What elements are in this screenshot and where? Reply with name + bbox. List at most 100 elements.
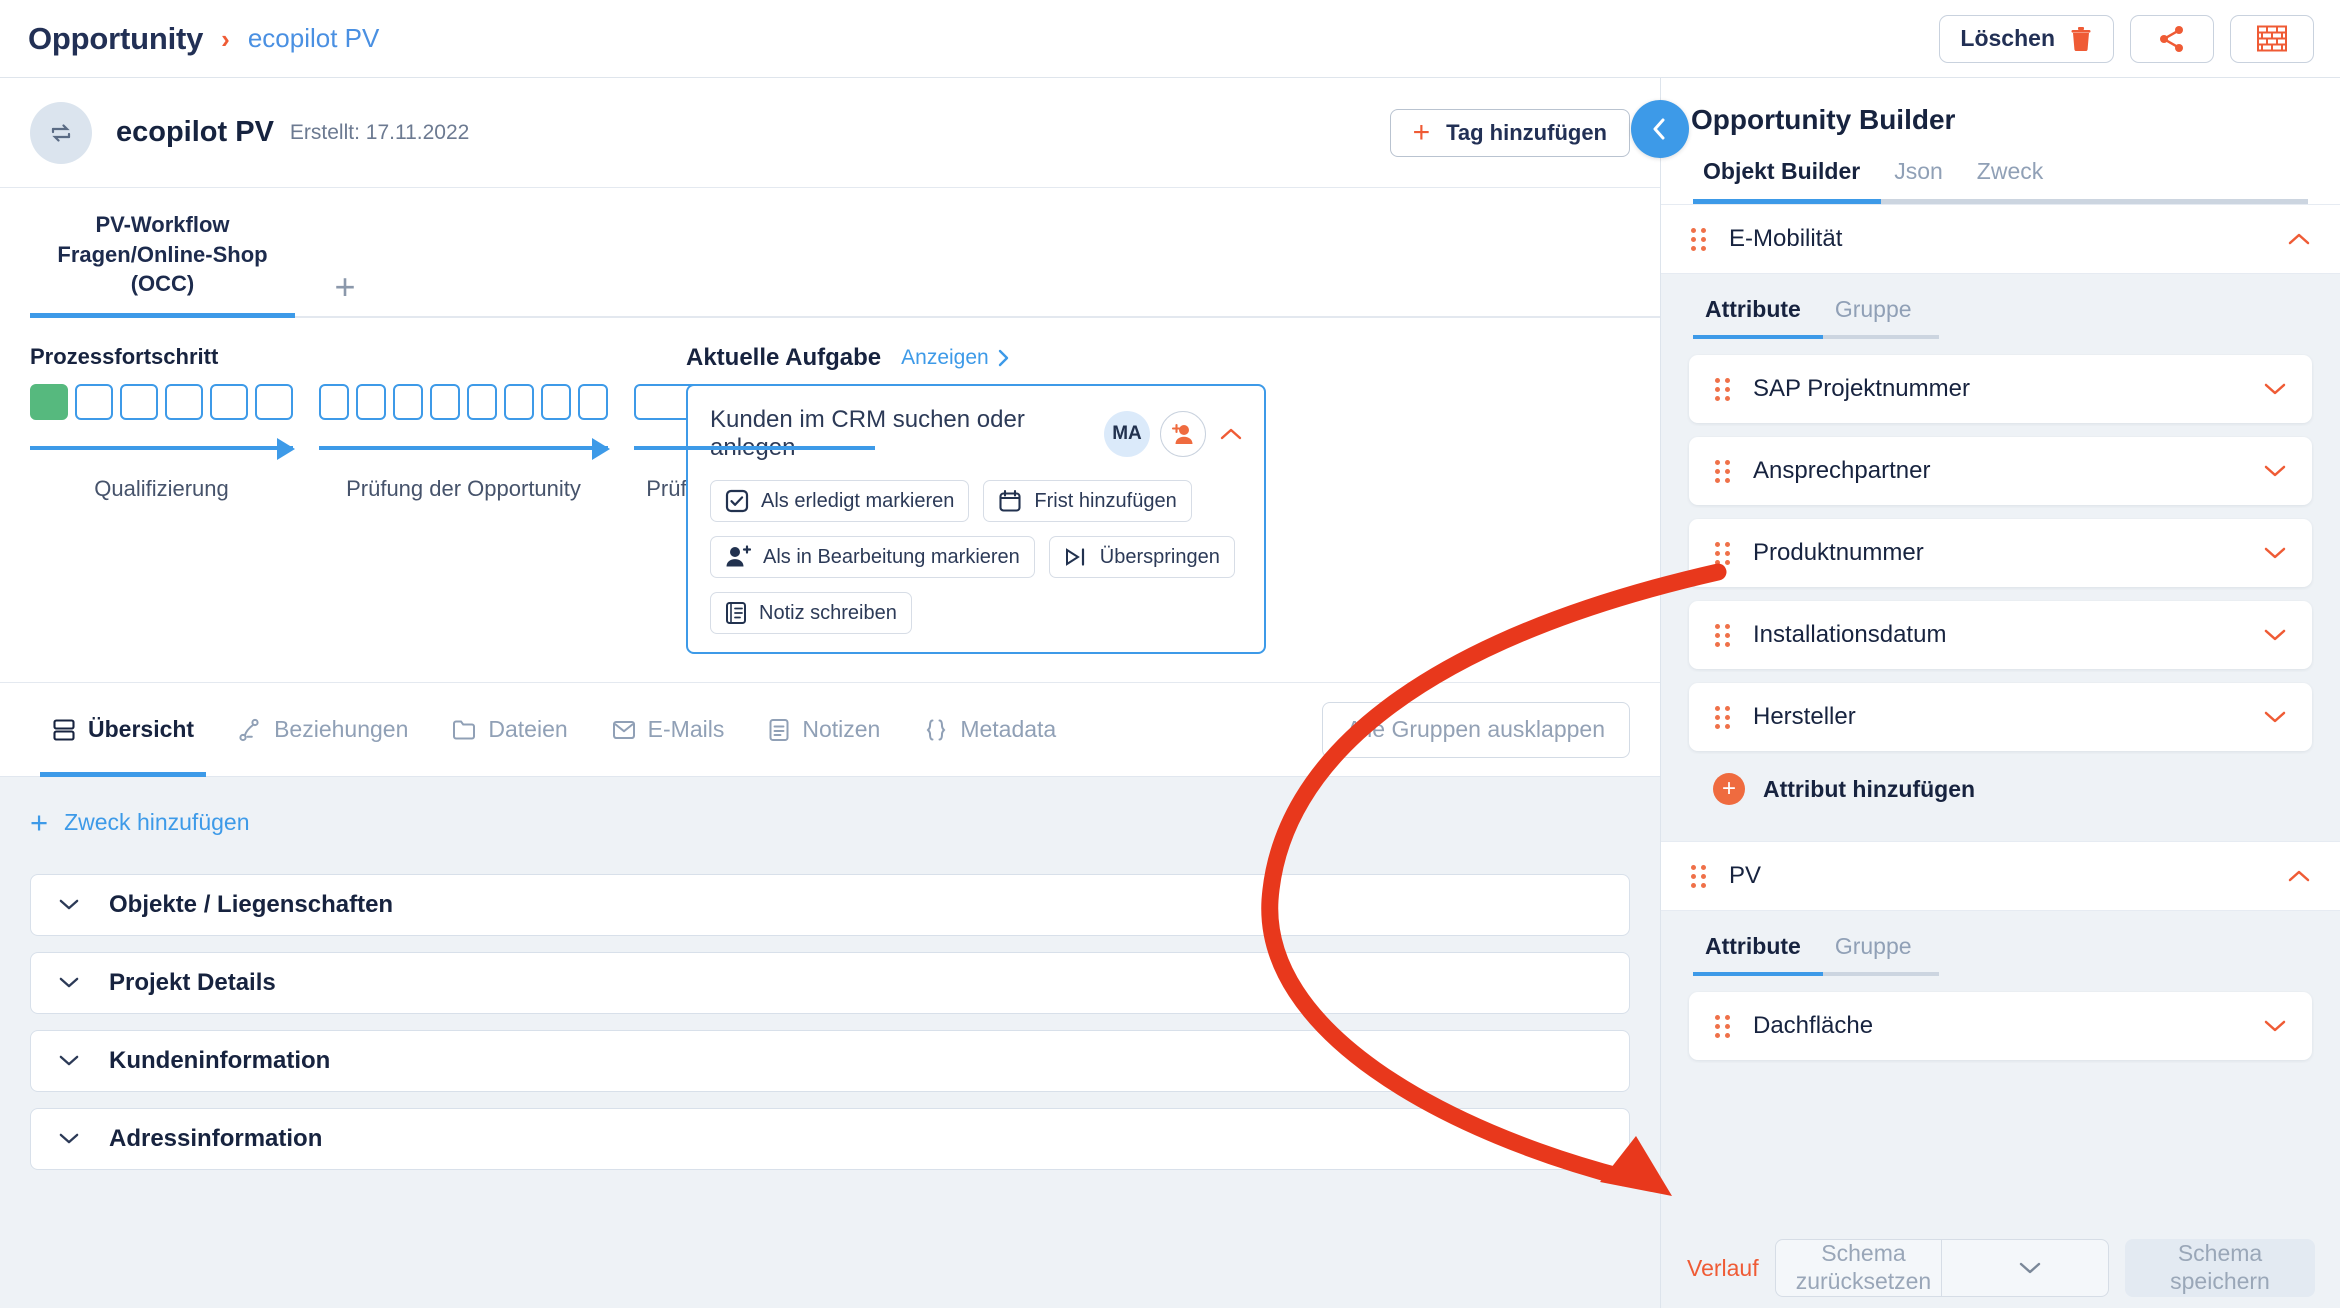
tab-metadata[interactable]: Metadata [902, 683, 1078, 777]
breadcrumb: Opportunity › ecopilot PV [0, 21, 379, 57]
add-purpose-button[interactable]: + Zweck hinzufügen [30, 807, 1630, 838]
task-action-button[interactable]: Notiz schreiben [710, 592, 912, 635]
progress-arrow [634, 442, 875, 454]
current-task-card: Kunden im CRM suchen oder anlegen MA Als… [686, 384, 1266, 655]
reset-schema-button[interactable]: Schema zurücksetzen [1774, 1239, 2109, 1297]
builder-tab-objekt-builder[interactable]: Objekt Builder [1691, 158, 1872, 199]
calendar-icon [998, 489, 1022, 513]
builder-tab-zweck[interactable]: Zweck [1965, 158, 2055, 199]
builder-subtab-gruppe[interactable]: Gruppe [1823, 933, 1924, 972]
progress-step[interactable] [75, 384, 113, 421]
chevron-down-icon[interactable] [2264, 376, 2286, 402]
chevron-up-icon[interactable] [2288, 863, 2310, 889]
builder-group-name: E-Mobilität [1729, 225, 1843, 252]
save-schema-button[interactable]: Schema speichern [2125, 1239, 2315, 1297]
progress-step[interactable] [30, 384, 68, 421]
builder-subtab-gruppe[interactable]: Gruppe [1823, 296, 1924, 335]
task-action-button[interactable]: Als erledigt markieren [710, 480, 970, 523]
opportunity-builder-panel: Opportunity Builder Objekt Builder Json Zw… [1660, 78, 2340, 1308]
drag-handle-icon[interactable] [1715, 459, 1730, 483]
drag-handle-icon[interactable] [1715, 705, 1730, 729]
attribute-card[interactable]: Installationsdatum [1689, 601, 2312, 669]
accordion-row[interactable]: Adressinformation [30, 1108, 1630, 1171]
builder-group-header[interactable]: PV [1661, 841, 2340, 911]
tab--bersicht[interactable]: Übersicht [30, 683, 216, 777]
collapse-panel-button[interactable] [1631, 100, 1689, 158]
accordion-label: Adressinformation [109, 1125, 323, 1153]
chevron-down-icon[interactable] [1941, 1240, 2108, 1296]
attribute-card[interactable]: Hersteller [1689, 683, 2312, 751]
expand-all-groups-button[interactable]: Alle Gruppen ausklappen [1321, 701, 1630, 758]
progress-step[interactable] [541, 384, 571, 421]
builder-subtab-attribute[interactable]: Attribute [1693, 933, 1813, 972]
builder-footer: Verlauf Schema zurücksetzen Schema speic… [1661, 1228, 2340, 1308]
drag-handle-icon[interactable] [1691, 227, 1706, 251]
add-workflow-tab-button[interactable]: + [295, 266, 395, 319]
drag-handle-icon[interactable] [1715, 377, 1730, 401]
tab-dateien[interactable]: Dateien [430, 683, 589, 777]
attribute-card[interactable]: Produktnummer [1689, 519, 2312, 587]
builder-tab-json[interactable]: Json [1882, 158, 1955, 199]
progress-step[interactable] [319, 384, 349, 421]
current-task-header: Aktuelle Aufgabe Anzeigen [686, 344, 1266, 372]
chevron-down-icon[interactable] [2264, 622, 2286, 648]
progress-step[interactable] [356, 384, 386, 421]
chevron-down-icon[interactable] [2264, 458, 2286, 484]
builder-subtab-attribute[interactable]: Attribute [1693, 296, 1813, 335]
chevron-down-icon[interactable] [2264, 1013, 2286, 1039]
tab-beziehungen[interactable]: Beziehungen [216, 683, 430, 777]
progress-step[interactable] [578, 384, 608, 421]
task-action-button[interactable]: Überspringen [1048, 536, 1235, 579]
drag-handle-icon[interactable] [1715, 1014, 1730, 1038]
chevron-left-icon [1650, 117, 1670, 141]
history-link[interactable]: Verlauf [1687, 1255, 1759, 1282]
attribute-name: Installationsdatum [1753, 621, 1947, 648]
object-builder-button[interactable] [2230, 14, 2314, 63]
progress-step[interactable] [393, 384, 423, 421]
add-tag-button[interactable]: + Tag hinzufügen [1389, 108, 1630, 157]
share-button[interactable] [2130, 14, 2214, 63]
builder-tabs: Objekt Builder Json Zweck [1691, 158, 2310, 199]
accordion-row[interactable]: Objekte / Liegenschaften [30, 874, 1630, 937]
progress-step[interactable] [467, 384, 497, 421]
chevron-up-icon[interactable] [1220, 427, 1242, 441]
breadcrumb-root[interactable]: Opportunity [28, 21, 203, 57]
workflow-tab-active[interactable]: PV-Workflow Fragen/Online-Shop (OCC) [30, 210, 295, 319]
progress-step[interactable] [430, 384, 460, 421]
tab-notizen[interactable]: Notizen [746, 683, 902, 777]
tab-e-mails[interactable]: E-Mails [590, 683, 747, 777]
progress-step[interactable] [255, 384, 293, 421]
chevron-down-icon[interactable] [2264, 704, 2286, 730]
attribute-card[interactable]: SAP Projektnummer [1689, 355, 2312, 423]
breadcrumb-current[interactable]: ecopilot PV [248, 23, 380, 54]
process-progress-label: Prozessfortschritt [30, 344, 219, 370]
delete-button[interactable]: Löschen [1939, 14, 2114, 63]
task-action-button[interactable]: Als in Bearbeitung markieren [710, 536, 1035, 579]
progress-step[interactable] [165, 384, 203, 421]
attribute-card[interactable]: Ansprechpartner [1689, 437, 2312, 505]
accordion-row[interactable]: Kundeninformation [30, 1030, 1630, 1093]
chevron-right-icon: › [221, 23, 230, 54]
accordion-row[interactable]: Projekt Details [30, 952, 1630, 1015]
workflow-tabs-filler [395, 264, 1660, 319]
progress-phase-label: Prüfung der Opportunity [346, 476, 581, 502]
drag-handle-icon[interactable] [1691, 864, 1706, 888]
tab-label: Metadata [960, 716, 1057, 743]
attribute-card[interactable]: Dachfläche [1689, 992, 2312, 1060]
progress-step[interactable] [504, 384, 534, 421]
builder-subtabs-underline [1693, 335, 1939, 339]
task-action-button[interactable]: Frist hinzufügen [983, 480, 1192, 523]
drag-handle-icon[interactable] [1715, 623, 1730, 647]
drag-handle-icon[interactable] [1715, 541, 1730, 565]
builder-group-header[interactable]: E-Mobilität [1661, 204, 2340, 274]
show-task-link[interactable]: Anzeigen [901, 346, 1010, 370]
progress-step[interactable] [120, 384, 158, 421]
progress-step[interactable] [210, 384, 248, 421]
chevron-down-icon[interactable] [2264, 540, 2286, 566]
add-person-icon[interactable] [1160, 411, 1206, 458]
builder-subtabs-underline [1693, 972, 1939, 976]
folder-icon [452, 719, 476, 741]
chevron-up-icon[interactable] [2288, 226, 2310, 252]
builder-tabs-underline [1693, 199, 2308, 204]
add-attribute-button[interactable]: + Attribut hinzufügen [1689, 765, 2312, 831]
